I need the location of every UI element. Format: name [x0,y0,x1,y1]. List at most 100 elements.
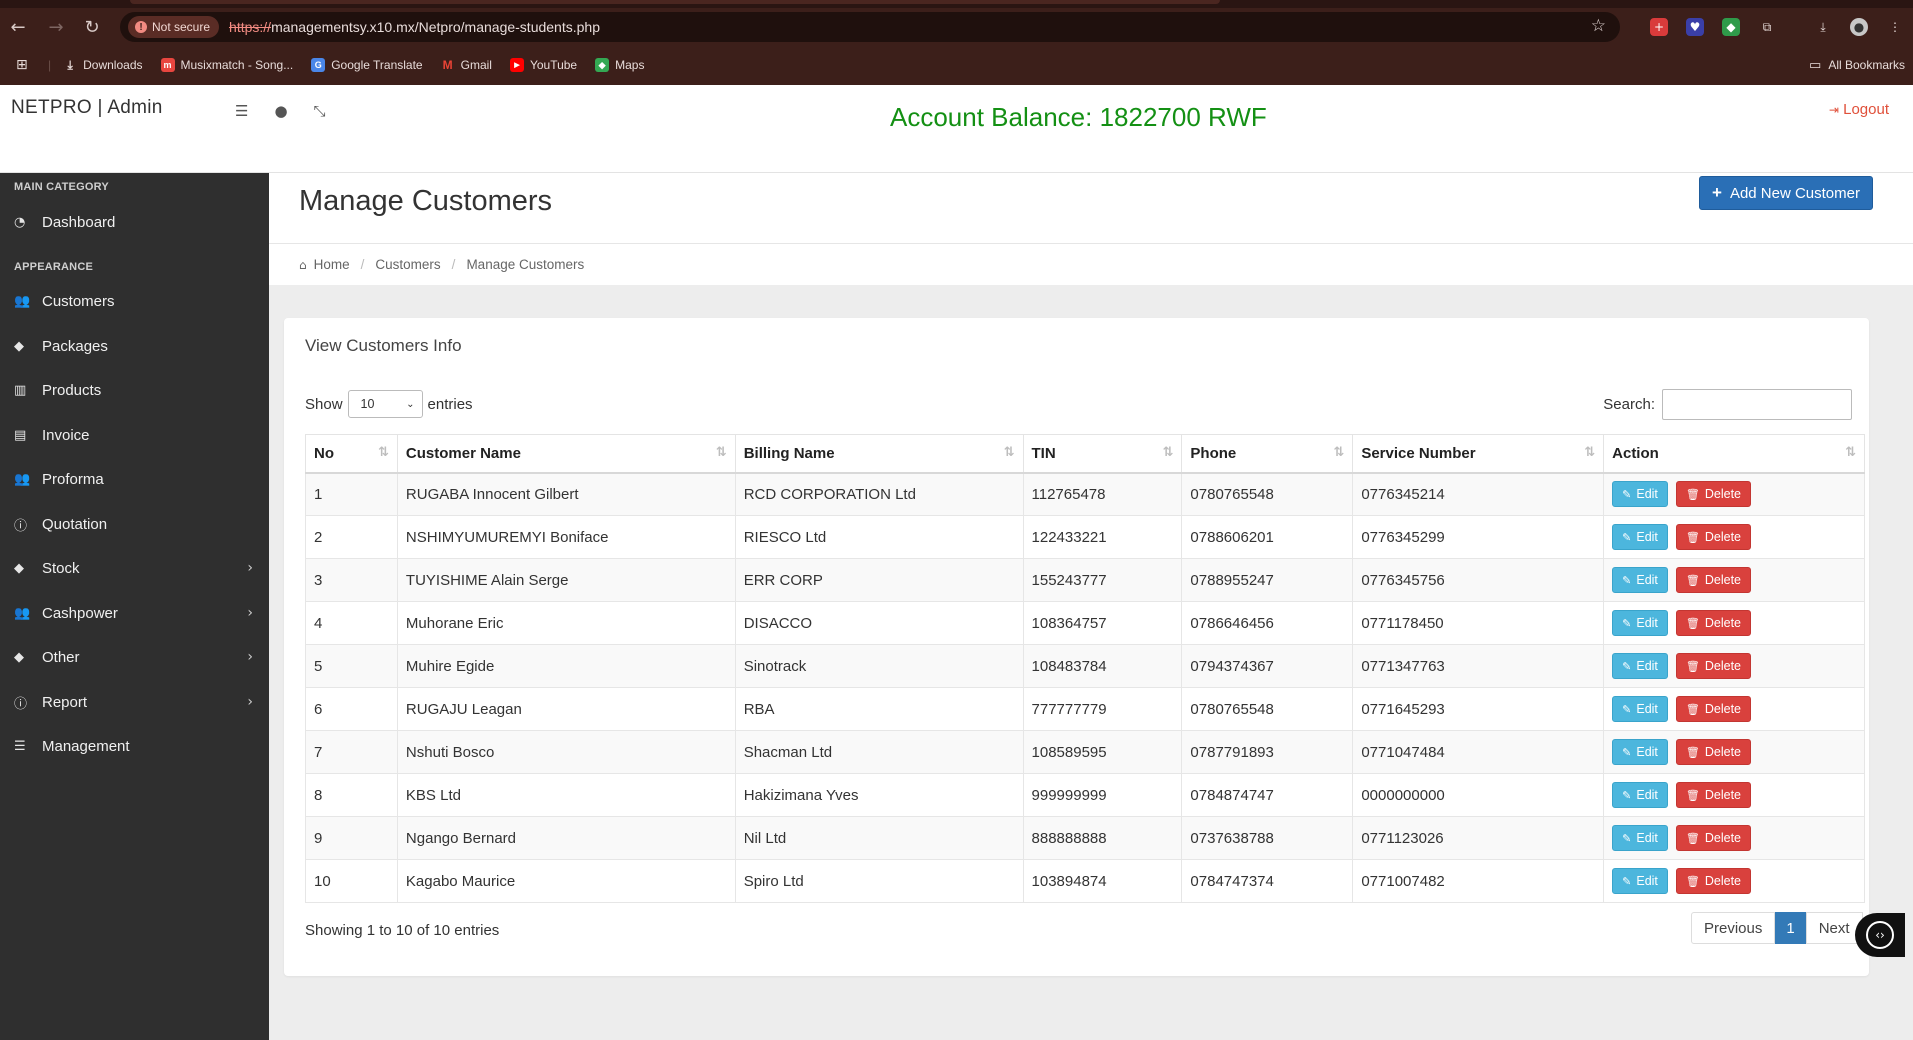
sidebar-item-customers[interactable]: 👥 Customers [0,281,269,321]
breadcrumb-customers[interactable]: Customers [375,257,440,272]
sort-asc-icon: ⇅ [378,445,389,460]
url-text[interactable]: https://managementsy.x10.mx/Netpro/manag… [229,19,600,35]
breadcrumb-home[interactable]: Home [314,257,350,272]
users-icon: 👥 [14,293,31,309]
sidebar-category-appearance: APPEARANCE [14,261,94,273]
delete-button[interactable]: 🗑 Delete [1675,696,1752,722]
delete-button[interactable]: 🗑 Delete [1675,610,1752,636]
cell-service-number: 0771645293 [1352,687,1605,731]
back-icon[interactable]: ← [0,12,36,42]
delete-button[interactable]: 🗑 Delete [1675,524,1752,550]
sidebar-item-report[interactable]: ⓘ Report › [0,682,269,722]
cell-phone: 0737638788 [1181,816,1354,860]
edit-label: Edit [1636,659,1658,673]
active-tab[interactable] [130,0,1220,4]
edit-button[interactable]: ✎ Edit [1612,481,1668,508]
cell-customer-name: RUGAJU Leagan [396,687,736,731]
edit-button[interactable]: ✎ Edit [1612,696,1668,722]
extension-blue-icon[interactable]: ♥ [1686,18,1704,36]
cell-customer-name: KBS Ltd [396,773,736,817]
bookmark-star-icon[interactable]: ☆ [1591,16,1606,36]
column-header-customer-name[interactable]: Customer Name ⇅ [396,434,736,474]
cell-no: 6 [305,687,398,731]
delete-button[interactable]: 🗑 Delete [1675,782,1752,808]
edit-button[interactable]: ✎ Edit [1612,610,1668,636]
previous-page-button[interactable]: Previous [1691,912,1776,944]
edit-button[interactable]: ✎ Edit [1612,739,1668,765]
edit-button[interactable]: ✎ Edit [1612,825,1668,851]
apps-grid-icon[interactable]: ⊞ [0,57,48,73]
edit-icon: ✎ [1622,831,1632,845]
column-header-no[interactable]: No ⇅ [305,434,398,474]
folder-icon: ▭ [1809,57,1822,73]
column-header-tin[interactable]: TIN ⇅ [1022,434,1183,474]
cell-phone: 0788955247 [1181,558,1354,602]
edit-button[interactable]: ✎ Edit [1612,567,1668,593]
extension-red-icon[interactable]: + [1650,18,1668,36]
bookmark-youtube[interactable]: ▶ YouTube [509,58,577,72]
not-secure-badge[interactable]: ! Not secure [128,16,220,38]
entries-select[interactable]: 10 ⌄ [347,390,423,418]
add-button-label: Add New Customer [1729,184,1860,202]
cell-billing-name: Spiro Ltd [734,859,1024,903]
cell-action: ✎ Edit 🗑 Delete [1603,773,1865,817]
reload-icon[interactable]: ↻ [74,12,110,42]
page-button-current[interactable]: 1 [1775,912,1806,944]
edit-button[interactable]: ✎ Edit [1612,653,1668,679]
bookmark-gmail[interactable]: M Gmail [441,58,492,72]
sidebar-item-dashboard[interactable]: ◔ Dashboard [0,202,269,242]
delete-button[interactable]: 🗑 Delete [1675,868,1752,894]
add-new-customer-button[interactable]: + Add New Customer [1699,176,1873,210]
puzzle-icon[interactable]: ⧉ [1758,18,1776,36]
extension-green-icon[interactable]: ◆ [1722,18,1740,36]
search-input[interactable] [1662,389,1852,420]
cell-no: 10 [305,859,398,903]
list-toggle-icon[interactable]: ☰ [235,102,248,120]
bookmark-musixmatch[interactable]: m Musixmatch - Song... [160,58,293,72]
delete-button[interactable]: 🗑 Delete [1675,825,1752,851]
sidebar-item-packages[interactable]: ◆ Packages [0,326,269,366]
delete-button[interactable]: 🗑 Delete [1675,653,1752,679]
edit-icon: ✎ [1622,874,1632,888]
sidebar-item-invoice[interactable]: ▤ Invoice [0,415,269,455]
sidebar-item-other[interactable]: ◆ Other › [0,637,269,677]
list-icon: ☰ [14,738,26,754]
trash-icon: 🗑 [1685,874,1700,888]
menu-dots-icon[interactable]: ⋮ [1886,18,1904,36]
edit-button[interactable]: ✎ Edit [1612,868,1668,894]
sidebar-item-stock[interactable]: ◆ Stock › [0,548,269,588]
logout-button[interactable]: ⇥ Logout [1829,101,1889,118]
column-header-phone[interactable]: Phone ⇅ [1181,434,1354,474]
brand-title[interactable]: NETPRO | Admin [11,97,163,119]
bookmark-google-translate[interactable]: G Google Translate [311,58,423,72]
sidebar-item-cashpower[interactable]: 👥 Cashpower › [0,593,269,633]
sort-icon: ⇅ [1162,445,1174,460]
delete-button[interactable]: 🗑 Delete [1675,481,1752,508]
edit-button[interactable]: ✎ Edit [1612,524,1668,550]
bookmark-maps[interactable]: ◆ Maps [595,58,644,72]
forward-icon[interactable]: → [38,12,74,42]
edit-button[interactable]: ✎ Edit [1612,782,1668,808]
address-bar[interactable]: ! Not secure https://managementsy.x10.mx… [120,12,1620,42]
delete-button[interactable]: 🗑 Delete [1675,739,1752,765]
column-header-billing-name[interactable]: Billing Name ⇅ [734,434,1024,474]
download-icon[interactable]: ⤓ [1814,18,1832,36]
bookmark-label: Downloads [83,58,143,72]
sidebar-category-main: MAIN CATEGORY [14,181,109,193]
sidebar-item-proforma[interactable]: 👥 Proforma [0,459,269,499]
sidebar-item-quotation[interactable]: ⓘ Quotation [0,504,269,544]
all-bookmarks[interactable]: ▭ All Bookmarks [1809,52,1905,78]
sidebar-item-products[interactable]: ▥ Products [0,370,269,410]
bookmark-downloads[interactable]: ⤓ Downloads [63,58,143,73]
column-header-service-number[interactable]: Service Number ⇅ [1352,434,1605,474]
sidebar-item-management[interactable]: ☰ Management [0,726,269,766]
floating-helper-button[interactable]: ‹› [1855,913,1905,957]
delete-button[interactable]: 🗑 Delete [1675,567,1752,593]
fullscreen-icon[interactable]: ⤡ [314,102,326,120]
tag-icon: ◆ [14,338,24,354]
next-page-button[interactable]: Next [1805,912,1863,944]
column-header-action[interactable]: Action ⇅ [1603,434,1865,474]
profile-avatar-icon[interactable]: ● [1850,18,1868,36]
edit-label: Edit [1636,530,1658,544]
user-icon[interactable]: ● [274,102,287,120]
